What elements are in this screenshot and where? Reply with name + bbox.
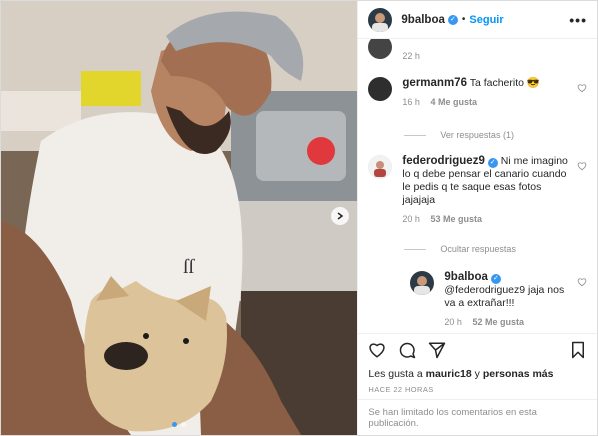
avatar-image [374,161,387,177]
heart-icon[interactable] [577,83,587,93]
comment-body: federodriguez9 ✓ Ni me imagino lo q debe … [402,155,571,226]
avatar-image [414,276,431,295]
comment-username[interactable]: 9balboa [444,271,487,283]
comment-time-text: 16 h [402,97,420,107]
follow-button[interactable]: Seguir [469,14,503,26]
post-timestamp[interactable]: HACE 22 HORAS [358,383,597,399]
header-separator: • [461,14,466,25]
comment-item: germanm76 Ta facherito 😎 16 h 4 Me gusta [368,77,587,109]
post-side-panel: 9balboa ✓ • Seguir ••• 22 h germanm76 Ta… [357,1,597,435]
comment-item: federodriguez9 ✓ Ni me imagino lo q debe … [368,155,587,226]
avatar[interactable] [368,7,393,32]
avatar-image [372,12,389,32]
heart-icon[interactable] [368,341,386,359]
comments-limited-notice: Se han limitado los comentarios en esta … [358,399,597,435]
comment-likes[interactable]: 4 Me gusta [430,97,477,107]
hide-replies-label: Ocultar respuestas [440,244,516,254]
verified-icon: ✓ [487,158,498,168]
avatar[interactable] [410,271,435,295]
post-header: 9balboa ✓ • Seguir ••• [358,1,597,39]
reply-item: 9balboa ✓ @federodriguez9 jaja nos va a e… [410,271,587,329]
hide-replies-toggle[interactable]: Ocultar respuestas [404,244,587,254]
comments-list[interactable]: 22 h germanm76 Ta facherito 😎 16 h 4 Me … [358,39,597,333]
photo-illustration: ſſ [1,1,358,435]
likes-prefix: Les gusta a [368,368,426,380]
avatar[interactable] [368,39,393,59]
likes-middle: y [471,368,483,380]
verified-icon: ✓ [490,274,501,284]
comment-likes[interactable]: 53 Me gusta [430,214,482,224]
comment-time: 22 h [402,51,587,61]
author-username[interactable]: 9balboa [401,14,444,26]
comment-meta: 20 h 52 Me gusta [444,316,571,329]
comment-username[interactable]: federodriguez9 [402,155,484,167]
more-options-button[interactable]: ••• [569,12,587,28]
comment-body: germanm76 Ta facherito 😎 16 h 4 Me gusta [402,77,571,109]
likes-others[interactable]: personas más [483,368,554,380]
comment-icon[interactable] [398,341,416,359]
view-replies-label: Ver respuestas (1) [440,130,514,140]
carousel-dot-active [172,422,178,427]
carousel-dot [181,422,187,427]
heart-icon[interactable] [577,277,587,287]
bookmark-icon[interactable] [569,341,587,359]
post-actions [358,333,597,365]
comment-username[interactable]: germanm76 [402,77,467,89]
post-photo[interactable]: ſſ [1,1,358,435]
heart-icon[interactable] [577,161,587,171]
comment-time-text: 20 h [444,317,462,327]
likes-user[interactable]: mauric18 [426,368,472,380]
carousel-indicator [172,422,187,427]
comment-body: 9balboa ✓ @federodriguez9 jaja nos va a e… [444,271,571,329]
chevron-right-icon [337,212,344,220]
comment-meta: 16 h 4 Me gusta [402,96,571,109]
instagram-post: ſſ 9balboa ✓ • Seguir ••• 22 h germanm76… [0,0,598,436]
replies-line [404,248,427,250]
comment-meta: 20 h 53 Me gusta [402,213,571,226]
replies-line [404,134,427,136]
comment-text: @federodriguez9 jaja nos va a extrañar!!… [444,284,565,309]
comment-time-text: 20 h [402,214,420,224]
view-replies-toggle[interactable]: Ver respuestas (1) [404,130,587,140]
comment-likes[interactable]: 52 Me gusta [472,317,524,327]
shirt-logo: ſſ [183,256,196,278]
comment-text: Ta facherito 😎 [469,77,540,89]
share-icon[interactable] [428,341,446,359]
likes-summary: Les gusta a mauric18 y personas más [358,365,597,383]
avatar[interactable] [368,77,393,101]
comment-time-text: 22 h [402,51,420,61]
avatar[interactable] [368,155,393,179]
verified-icon: ✓ [447,14,458,25]
